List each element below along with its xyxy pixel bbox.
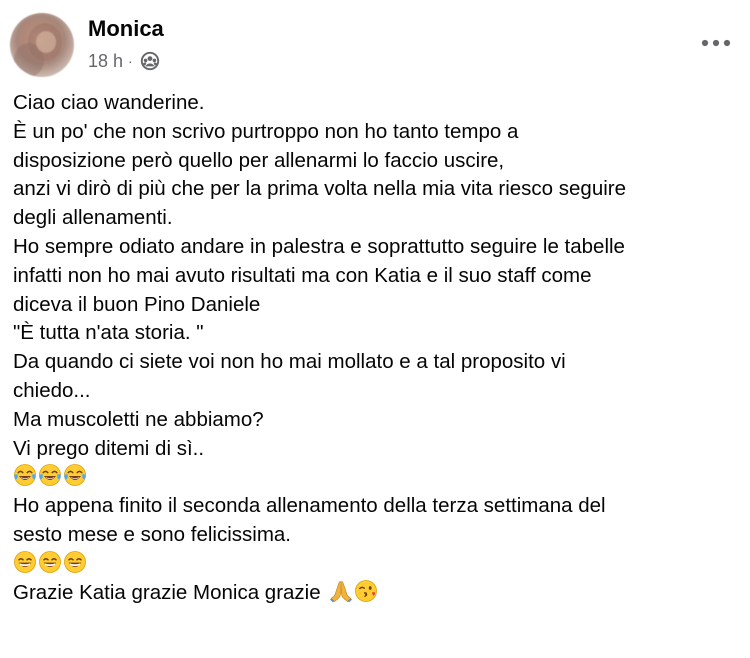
beaming-face-icon: [14, 550, 36, 573]
post-line: disposizione però quello per allenarmi l…: [13, 148, 505, 172]
face-blowing-kiss-icon: [355, 579, 378, 602]
avatar[interactable]: [10, 13, 74, 77]
post-line: Ciao ciao wanderine.: [13, 91, 205, 114]
meta-separator: ·: [128, 53, 133, 69]
post-time[interactable]: 18 h: [88, 51, 123, 72]
post-line: Ho appena finito il seconda allenamento …: [13, 494, 606, 518]
post-text: Ciao ciao wanderine. È un po' che non sc…: [13, 89, 743, 607]
emoji-line-grinning: [13, 550, 743, 579]
beaming-face-icon: [64, 550, 86, 573]
more-options-button[interactable]: [694, 26, 738, 60]
beaming-face-icon: [39, 550, 61, 573]
post-line: Da quando ci siete voi non ho mai mollat…: [13, 350, 566, 374]
grinning-emoji-group: [13, 550, 88, 575]
post-line: Vi prego ditemi di sì..: [13, 436, 205, 460]
face-with-tears-of-joy-icon: [39, 464, 61, 487]
face-with-tears-of-joy-icon: [64, 464, 86, 487]
closing-emoji-group: [326, 579, 379, 604]
face-with-tears-of-joy-icon: [14, 464, 36, 487]
post-line: Ho sempre odiato andare in palestra e so…: [13, 234, 625, 258]
emoji-line-laughing: [13, 463, 743, 492]
author-name[interactable]: Monica: [88, 14, 164, 44]
friends-audience-icon[interactable]: [140, 51, 160, 71]
post-line: sesto mese e sono felicissima.: [13, 522, 292, 546]
post-line: È un po' che non scrivo purtroppo non ho…: [13, 119, 519, 143]
laughing-tears-emoji-group: [13, 464, 88, 488]
folded-hands-icon: [330, 580, 353, 602]
post-line: infatti non ho mai avuto risultati ma co…: [13, 263, 592, 287]
post-line-closing: Grazie Katia grazie Monica grazie: [13, 579, 743, 608]
more-options-icon: [701, 39, 731, 47]
post-line: Grazie Katia grazie Monica grazie: [13, 580, 321, 604]
post-line: Ma muscoletti ne abbiamo?: [13, 407, 264, 431]
post-line: degli allenamenti.: [13, 206, 173, 230]
post-meta: 18 h ·: [88, 47, 160, 75]
post-line: anzi vi dirò di più che per la prima vol…: [13, 177, 627, 201]
post-line: diceva il buon Pino Daniele: [13, 292, 261, 316]
facebook-post: Monica 18 h · Ciao ciao wanderine. È un …: [0, 0, 750, 658]
post-line: chiedo...: [13, 378, 91, 402]
post-line: "È tutta n'ata storia. ": [13, 321, 204, 345]
